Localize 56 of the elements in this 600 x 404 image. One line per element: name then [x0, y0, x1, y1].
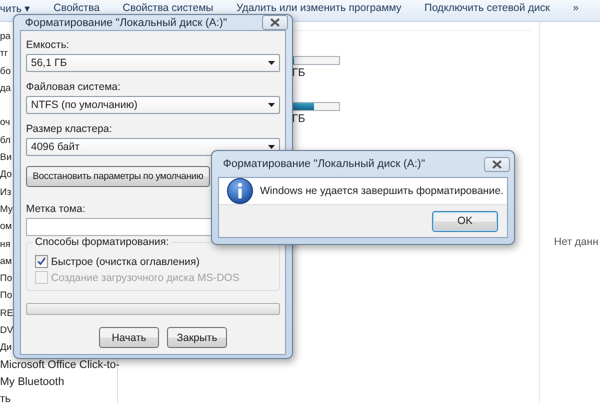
sidebar-item[interactable]: ня [0, 238, 10, 250]
sidebar-item[interactable]: оч [0, 117, 10, 128]
drive-size: ГБ [292, 67, 306, 79]
sidebar-item[interactable]: По [0, 290, 12, 302]
field-label: Метка тома: [26, 203, 86, 215]
sidebar-item[interactable]: ом [0, 221, 12, 232]
group-title: Способы форматирования: [33, 236, 171, 248]
toolbar-item[interactable]: Удалить или изменить программу [232, 0, 406, 16]
window-title: Форматирование "Локальный диск (A:)" [25, 16, 227, 28]
sidebar-item[interactable]: По [0, 273, 12, 284]
drive-size: ГБ [292, 113, 306, 125]
sidebar-item[interactable]: My Bluetooth [0, 376, 64, 388]
checkbox-label: Быстрое (очистка оглавления) [51, 256, 200, 268]
message-text: Windows не удается завершить форматирование. [260, 185, 504, 197]
sidebar-item[interactable]: DV [0, 325, 14, 336]
checkbox-label: Создание загрузочного диска MS-DOS [51, 272, 240, 284]
sidebar-item[interactable]: ть [0, 393, 11, 404]
close-icon [492, 160, 502, 168]
close-icon [270, 18, 280, 27]
sidebar-item[interactable]: Ди [0, 342, 12, 354]
toolbar-item[interactable]: Подключить сетевой диск [420, 0, 554, 16]
checkbox[interactable] [35, 255, 48, 268]
sidebar-item[interactable]: бл [0, 134, 11, 146]
ok-button[interactable]: OK [432, 210, 498, 232]
field-label: Емкость: [26, 39, 70, 51]
sidebar-item[interactable]: тг [0, 48, 8, 60]
sidebar-item[interactable]: ра [0, 31, 11, 42]
toolbar-item[interactable]: Свойства [50, 0, 104, 16]
details-text: Нет данн [554, 236, 598, 248]
close-button[interactable] [484, 156, 510, 172]
field-label: Размер кластера: [26, 123, 114, 135]
caret-icon [268, 61, 275, 65]
usage-bar [292, 56, 340, 65]
sidebar-item[interactable]: да [0, 82, 11, 94]
sidebar-item[interactable]: Из [0, 186, 12, 198]
dropdown[interactable]: NTFS (по умолчанию) [26, 96, 280, 114]
restore-defaults-button[interactable]: Восстановить параметры по умолчанию [26, 166, 210, 187]
dialog-button[interactable]: Начать [99, 327, 159, 348]
usage-bar [292, 102, 340, 111]
close-button[interactable] [262, 15, 288, 30]
sidebar-item[interactable]: Ви [0, 152, 12, 164]
toolbar-item[interactable]: чить ▾ [0, 0, 35, 17]
overflow-button[interactable]: » [568, 0, 583, 16]
sidebar-item[interactable]: Му [0, 204, 13, 215]
sidebar-item[interactable]: Microsoft Office Click-to- [0, 358, 120, 371]
dropdown[interactable]: 4096 байт [26, 138, 280, 156]
sidebar-item[interactable]: RE [0, 308, 14, 319]
toolbar-item[interactable]: Свойства системы [118, 0, 218, 16]
sidebar-item[interactable]: До [0, 169, 12, 180]
window-title: Форматирование "Локальный диск (A:)" [223, 158, 425, 170]
dropdown[interactable]: 56,1 ГБ [26, 54, 280, 72]
field-label: Файловая система: [26, 81, 122, 93]
sidebar-item[interactable]: бо [0, 66, 11, 77]
sidebar-item[interactable]: ам [0, 256, 12, 267]
dialog-button[interactable]: Закрыть [167, 327, 227, 348]
caret-icon [268, 103, 275, 107]
